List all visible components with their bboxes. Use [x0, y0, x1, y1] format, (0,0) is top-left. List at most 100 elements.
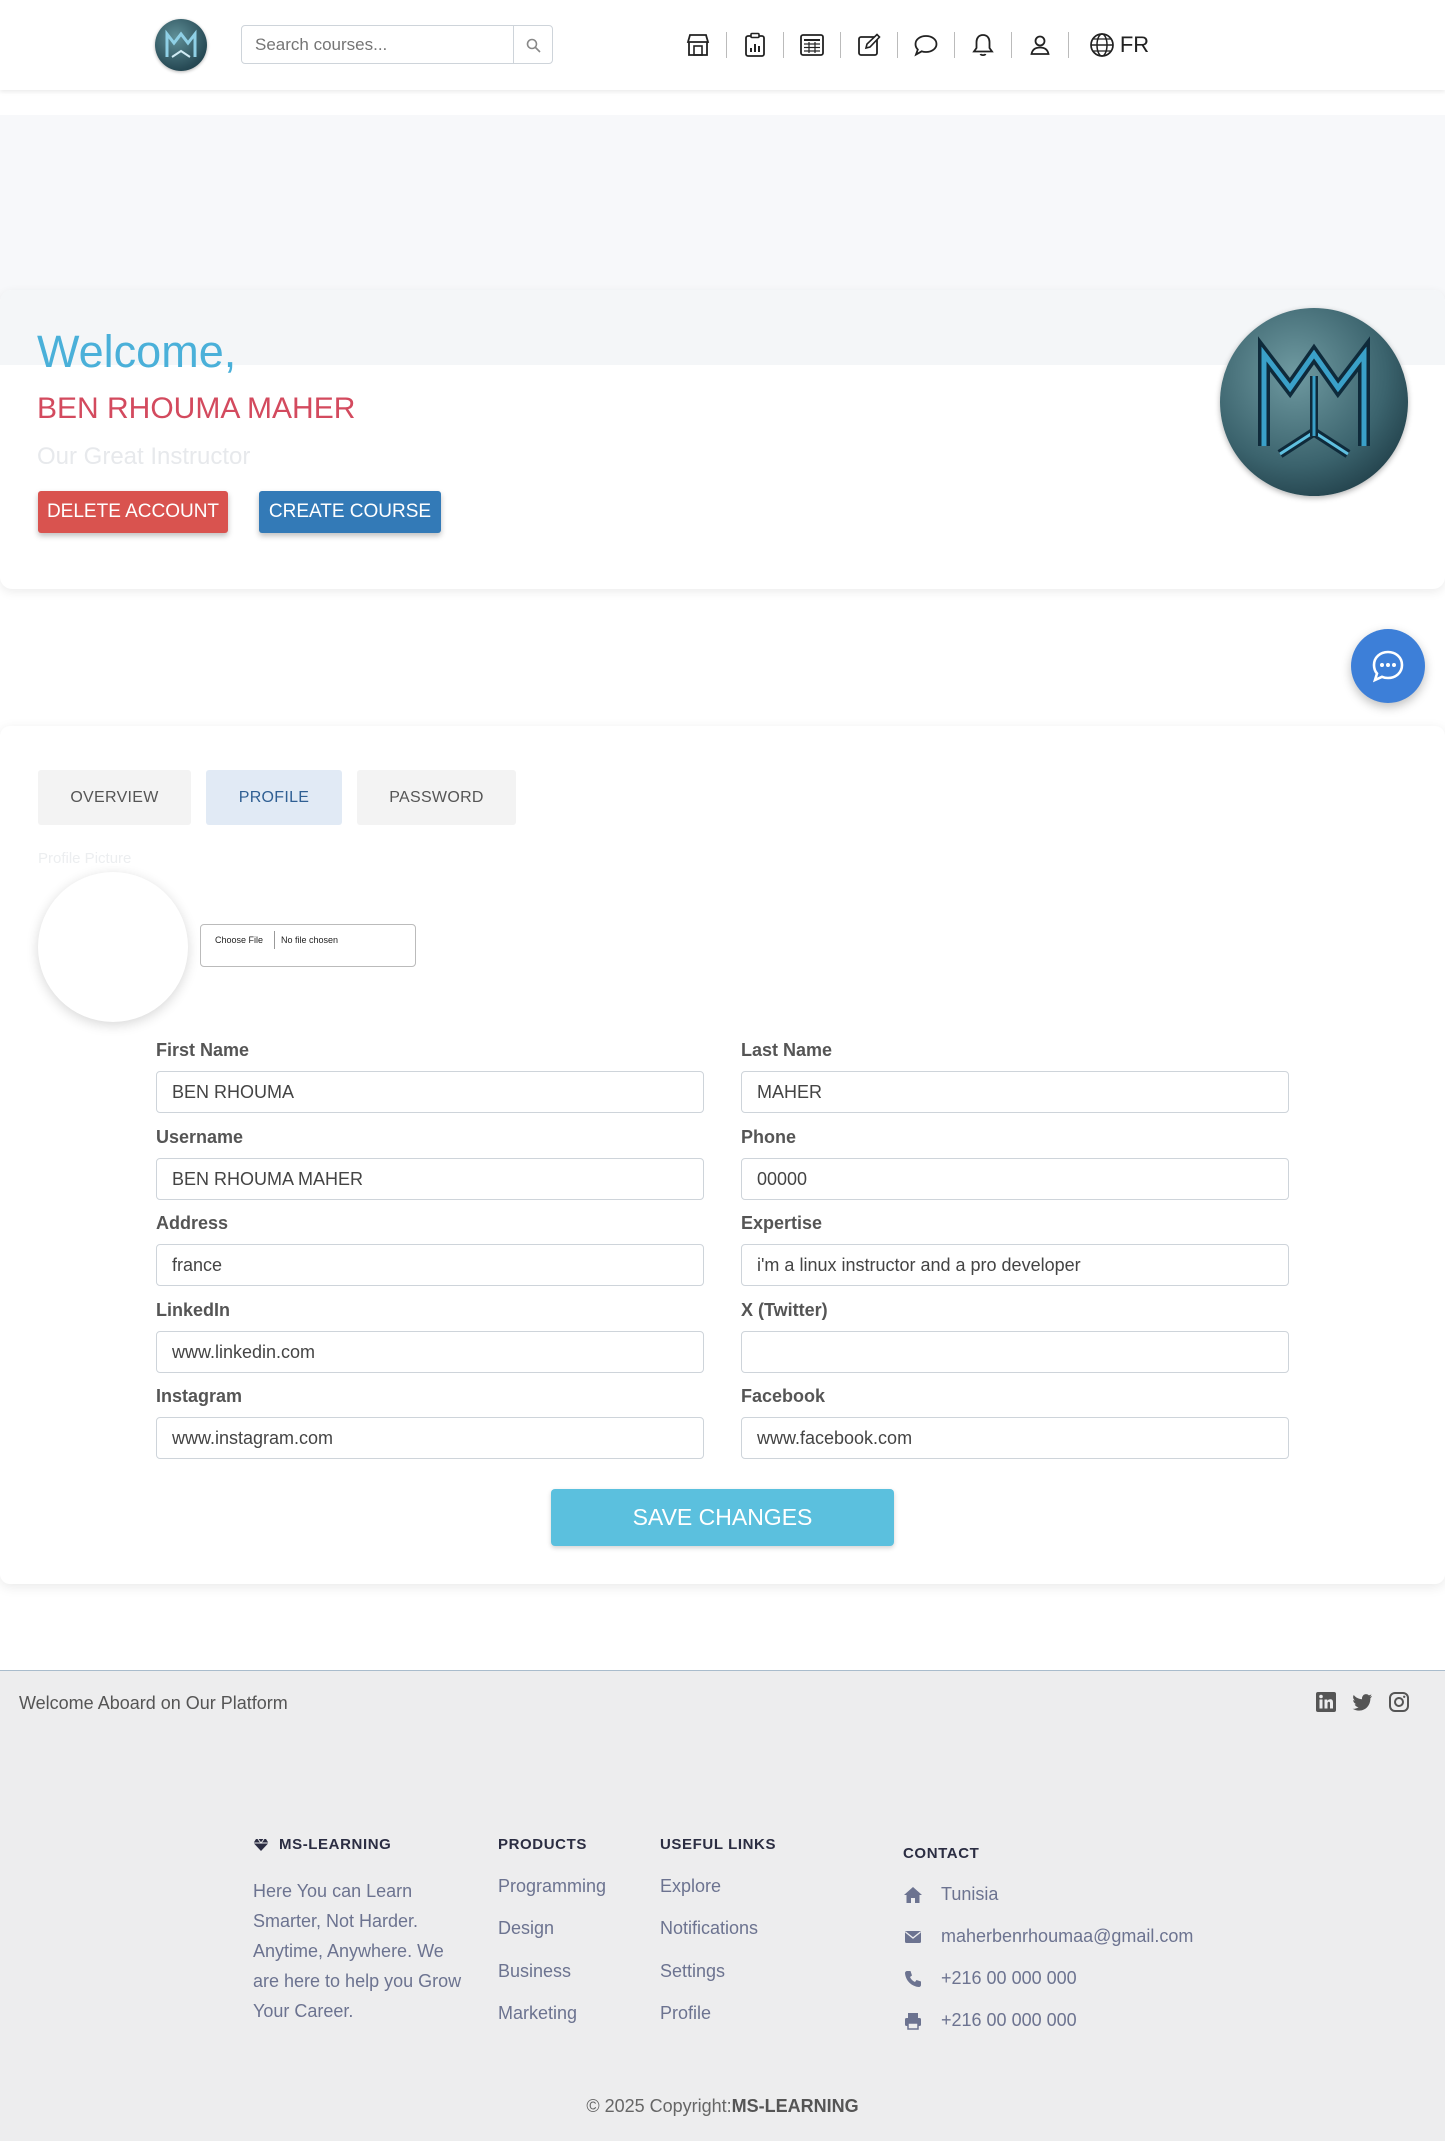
profile-picture-preview [38, 872, 188, 1022]
nav-account[interactable] [1012, 24, 1068, 66]
tab-profile[interactable]: PROFILE [206, 770, 342, 825]
ms-logo-icon [1258, 336, 1370, 458]
facebook-field[interactable] [741, 1417, 1289, 1459]
expertise-field[interactable] [741, 1244, 1289, 1286]
address-label: Address [156, 1213, 229, 1233]
nav-reports[interactable] [727, 24, 783, 66]
profile-avatar [1220, 308, 1408, 496]
contact-phone: +216 00 000 000 [903, 1968, 1077, 1989]
gem-icon [253, 1838, 269, 1851]
linkedin-icon[interactable] [1315, 1691, 1337, 1713]
search-button[interactable] [513, 25, 553, 64]
user-role: Our Great Instructor [37, 443, 251, 470]
contact-location-text: Tunisia [941, 1884, 999, 1904]
footer-brand: MS-LEARNING [253, 1836, 391, 1853]
instagram-label: Instagram [156, 1386, 243, 1406]
twitter-icon[interactable] [1351, 1691, 1373, 1713]
language-label: FR [1119, 32, 1150, 57]
linkedin-label: LinkedIn [156, 1300, 231, 1320]
phone-icon [905, 1970, 921, 1987]
last-name-field[interactable] [741, 1071, 1289, 1113]
user-icon [1030, 35, 1050, 55]
chat-bubble-icon [1372, 650, 1404, 683]
printer-icon [905, 2012, 921, 2030]
envelope-icon [905, 1930, 921, 1943]
chat-support-button[interactable] [1351, 629, 1425, 703]
facebook-label: Facebook [741, 1386, 826, 1406]
address-field[interactable] [156, 1244, 704, 1286]
footer-link-settings[interactable]: Settings [660, 1961, 725, 1982]
footer-link-programming[interactable]: Programming [498, 1876, 606, 1897]
nav-edit[interactable] [841, 24, 897, 66]
twitter-label: X (Twitter) [741, 1300, 828, 1320]
home-icon [904, 1886, 922, 1903]
twitter-field[interactable] [741, 1331, 1289, 1373]
language-switcher[interactable]: FR [1069, 24, 1169, 66]
save-changes-button[interactable]: SAVE CHANGES [551, 1489, 894, 1546]
bell-icon [972, 34, 994, 57]
contact-title: CONTACT [903, 1845, 980, 1862]
store-icon [686, 34, 710, 56]
nav-icon-bar: FR [670, 24, 1169, 66]
linkedin-field[interactable] [156, 1331, 704, 1373]
globe-icon [1089, 33, 1114, 57]
logo-mark-icon [165, 29, 197, 58]
footer-link-profile[interactable]: Profile [660, 2003, 711, 2024]
first-name-label: First Name [156, 1040, 250, 1060]
choose-file-button[interactable]: Choose File [209, 931, 275, 949]
profile-picture-file-input[interactable]: Choose File No file chosen [200, 924, 416, 967]
username-field[interactable] [156, 1158, 704, 1200]
contact-phone-text: +216 00 000 000 [941, 1968, 1077, 1988]
footer-link-business[interactable]: Business [498, 1961, 571, 1982]
contact-fax: +216 00 000 000 [903, 2010, 1077, 2031]
navbar: FR [0, 0, 1445, 90]
phone-field[interactable] [741, 1158, 1289, 1200]
footer-link-explore[interactable]: Explore [660, 1876, 721, 1897]
instagram-field[interactable] [156, 1417, 704, 1459]
footer-link-marketing[interactable]: Marketing [498, 2003, 577, 2024]
nav-store[interactable] [670, 24, 726, 66]
contact-email-text: maherbenrhoumaa@gmail.com [941, 1926, 1194, 1946]
clipboard-chart-icon [745, 32, 765, 57]
tab-password[interactable]: PASSWORD [357, 770, 516, 825]
expertise-label: Expertise [741, 1213, 823, 1233]
welcome-title: Welcome, [37, 326, 237, 377]
file-status: No file chosen [281, 935, 339, 945]
instagram-icon[interactable] [1388, 1691, 1410, 1713]
first-name-field[interactable] [156, 1071, 704, 1113]
contact-location: Tunisia [903, 1884, 998, 1905]
profile-settings-card: OVERVIEW PROFILE PASSWORD Profile Pictur… [0, 726, 1445, 1584]
footer-link-notifications[interactable]: Notifications [660, 1918, 758, 1939]
footer: Welcome Aboard on Our Platform MS-LEARNI… [0, 1670, 1445, 2141]
nav-notifications[interactable] [955, 24, 1011, 66]
contact-fax-text: +216 00 000 000 [941, 2010, 1077, 2030]
footer-brand-name: MS-LEARNING [279, 1836, 392, 1853]
search-icon [526, 38, 541, 53]
chat-icon [914, 35, 938, 57]
user-full-name: BEN RHOUMA MAHER [37, 392, 356, 425]
delete-account-button[interactable]: DELETE ACCOUNT [38, 491, 228, 533]
edit-icon [858, 33, 881, 56]
search-input[interactable] [241, 25, 514, 64]
copyright-brand: MS-LEARNING [731, 2096, 859, 2116]
welcome-card: Welcome, BEN RHOUMA MAHER Our Great Inst… [0, 290, 1445, 589]
footer-link-design[interactable]: Design [498, 1918, 554, 1939]
create-course-button[interactable]: CREATE COURSE [259, 491, 441, 533]
footer-description: Here You can Learn Smarter, Not Harder. … [253, 1881, 462, 2021]
profile-picture-label: Profile Picture [38, 850, 132, 867]
phone-label: Phone [741, 1127, 797, 1147]
username-label: Username [156, 1127, 244, 1147]
copyright-prefix: © 2025 Copyright: [586, 2096, 732, 2116]
logo[interactable] [155, 19, 207, 71]
calculator-icon [800, 34, 824, 56]
last-name-label: Last Name [741, 1040, 833, 1060]
nav-messages[interactable] [898, 24, 954, 66]
search-bar [241, 25, 553, 64]
nav-calculator[interactable] [784, 24, 840, 66]
footer-tagline: Welcome Aboard on Our Platform [19, 1693, 288, 1713]
tab-overview[interactable]: OVERVIEW [38, 770, 191, 825]
contact-email: maherbenrhoumaa@gmail.com [903, 1926, 1193, 1947]
useful-links-title: USEFUL LINKS [660, 1836, 777, 1853]
products-title: PRODUCTS [498, 1836, 587, 1853]
copyright: © 2025 Copyright:MS-LEARNING [0, 2096, 1445, 2117]
